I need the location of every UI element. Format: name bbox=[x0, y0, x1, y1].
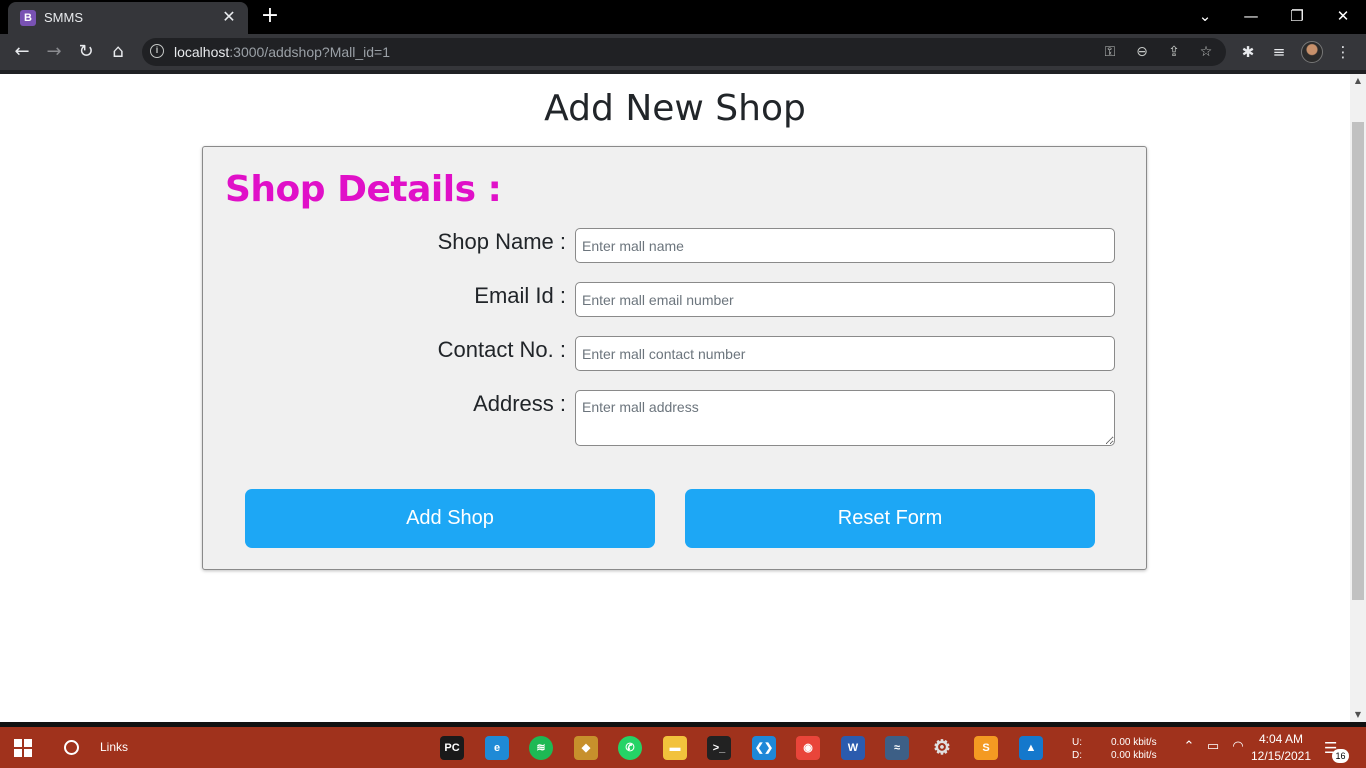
battery-icon[interactable]: ▭ bbox=[1204, 739, 1222, 754]
tray-chevron-icon[interactable]: ⌃ bbox=[1180, 739, 1198, 754]
chrome-icon[interactable]: ◉ bbox=[796, 736, 820, 760]
shop-name-input[interactable] bbox=[575, 228, 1115, 263]
profile-avatar[interactable] bbox=[1301, 41, 1323, 63]
zoom-icon[interactable]: ⊖ bbox=[1132, 42, 1152, 62]
vscode-icon[interactable]: ❮❯ bbox=[752, 736, 776, 760]
scroll-up-arrow-icon[interactable]: ▲ bbox=[1350, 74, 1366, 88]
browser-toolbar: ← → ↻ ⌂ i localhost:3000/addshop?Mall_id… bbox=[0, 34, 1366, 70]
url-path: :3000/addshop?Mall_id=1 bbox=[229, 44, 391, 60]
minimize-button[interactable]: — bbox=[1236, 4, 1266, 28]
shop-name-label: Shop Name : bbox=[437, 229, 566, 254]
extensions-icon[interactable]: ✱ bbox=[1237, 41, 1259, 63]
git-icon[interactable]: ◆ bbox=[574, 736, 598, 760]
spotify-icon[interactable]: ≋ bbox=[529, 736, 553, 760]
pycharm-icon[interactable]: PC bbox=[440, 736, 464, 760]
url-text[interactable]: localhost:3000/addshop?Mall_id=1 bbox=[174, 44, 390, 60]
bookmark-star-icon[interactable]: ☆ bbox=[1196, 42, 1216, 62]
page-title: Add New Shop bbox=[544, 88, 806, 129]
settings-icon[interactable]: ⚙ bbox=[930, 736, 954, 760]
media-control-icon[interactable]: ≡ bbox=[1268, 41, 1290, 63]
word-icon[interactable]: W bbox=[841, 736, 865, 760]
info-icon[interactable]: i bbox=[150, 44, 164, 58]
reload-button[interactable]: ↻ bbox=[74, 40, 98, 64]
page-scrollbar[interactable]: ▲ ▼ bbox=[1350, 74, 1366, 722]
contact-label: Contact No. : bbox=[437, 337, 566, 362]
restore-button[interactable]: ❐ bbox=[1282, 4, 1312, 28]
mysql-icon[interactable]: ≈ bbox=[885, 736, 909, 760]
tab-title: SMMS bbox=[44, 10, 83, 25]
clock-date: 12/15/2021 bbox=[1250, 749, 1312, 763]
notification-count-badge: 16 bbox=[1332, 749, 1349, 763]
net-labels: U: D: bbox=[1072, 736, 1082, 762]
address-label: Address : bbox=[473, 391, 566, 416]
section-title: Shop Details : bbox=[225, 169, 502, 210]
wifi-icon[interactable]: ◠ bbox=[1229, 739, 1247, 754]
share-icon[interactable]: ⇪ bbox=[1164, 42, 1184, 62]
address-textarea[interactable] bbox=[575, 390, 1115, 446]
tab-smms[interactable]: B SMMS ✕ bbox=[8, 2, 248, 34]
terminal-icon[interactable]: >_ bbox=[707, 736, 731, 760]
photos-icon[interactable]: ▲ bbox=[1019, 736, 1043, 760]
page-viewport: Add New Shop Shop Details : Shop Name : … bbox=[0, 74, 1350, 722]
sublime-icon[interactable]: S bbox=[974, 736, 998, 760]
cortana-search-icon[interactable] bbox=[64, 740, 79, 755]
close-window-button[interactable]: ✕ bbox=[1328, 4, 1358, 28]
net-down-speed: 0.00 kbit/s bbox=[1111, 750, 1157, 761]
windows-taskbar: Links PC e ≋ ◆ ✆ ▬ >_ ❮❯ ◉ W ≈ ⚙ S ▲ U: D: 0.00 kbit/… bbox=[0, 727, 1366, 768]
email-input[interactable] bbox=[575, 282, 1115, 317]
clock-time: 4:04 AM bbox=[1258, 732, 1304, 746]
whatsapp-icon[interactable]: ✆ bbox=[618, 736, 642, 760]
address-bar[interactable]: i localhost:3000/addshop?Mall_id=1 ⚿ ⊖ ⇪… bbox=[142, 38, 1226, 66]
add-shop-button[interactable]: Add Shop bbox=[245, 489, 655, 548]
add-shop-form: Shop Details : Shop Name : Email Id : Co… bbox=[202, 146, 1147, 570]
folder-icon[interactable]: ▬ bbox=[663, 736, 687, 760]
forward-button[interactable]: → bbox=[42, 40, 66, 64]
close-tab-icon[interactable]: ✕ bbox=[220, 8, 238, 26]
contact-input[interactable] bbox=[575, 336, 1115, 371]
key-icon[interactable]: ⚿ bbox=[1100, 42, 1120, 62]
new-tab-button[interactable]: + bbox=[260, 5, 280, 27]
back-button[interactable]: ← bbox=[10, 40, 34, 64]
net-up-speed: 0.00 kbit/s bbox=[1111, 737, 1157, 748]
url-host: localhost bbox=[174, 44, 230, 60]
tab-search-icon[interactable]: ⌄ bbox=[1190, 4, 1220, 28]
browser-titlebar: B SMMS ✕ + ⌄ — ❐ ✕ bbox=[0, 0, 1366, 34]
bootstrap-icon: B bbox=[20, 10, 36, 26]
scroll-thumb[interactable] bbox=[1352, 122, 1364, 600]
net-down-label: D: bbox=[1072, 750, 1082, 761]
edge-icon[interactable]: e bbox=[485, 736, 509, 760]
scroll-down-arrow-icon[interactable]: ▼ bbox=[1350, 708, 1366, 722]
net-speed: 0.00 kbit/s 0.00 kbit/s bbox=[1111, 736, 1157, 762]
email-label: Email Id : bbox=[474, 283, 566, 308]
home-button[interactable]: ⌂ bbox=[106, 40, 130, 64]
taskbar-clock[interactable]: 4:04 AM 12/15/2021 bbox=[1246, 731, 1316, 765]
links-toolbar-label[interactable]: Links bbox=[100, 740, 128, 754]
windows-start-icon[interactable] bbox=[14, 739, 32, 757]
reset-form-button[interactable]: Reset Form bbox=[685, 489, 1095, 548]
menu-icon[interactable]: ⋮ bbox=[1332, 41, 1354, 63]
net-up-label: U: bbox=[1072, 737, 1082, 748]
